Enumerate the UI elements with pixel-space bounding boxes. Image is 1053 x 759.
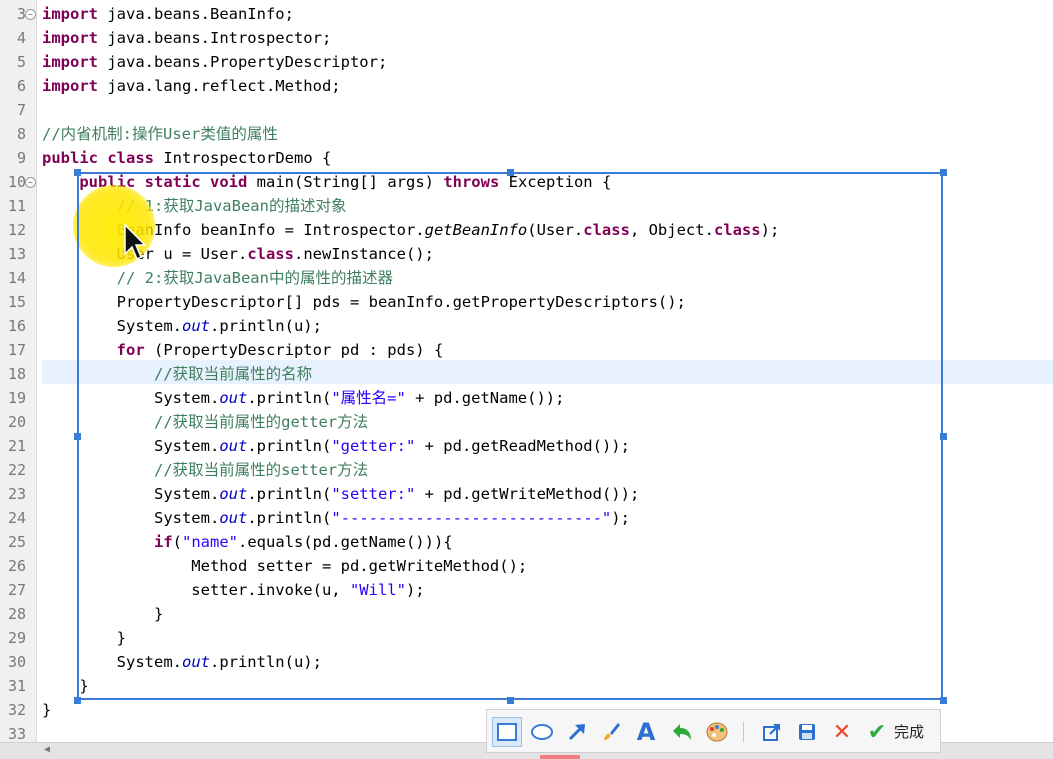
line-number: 24 [7,509,26,527]
line-number: 17 [7,341,26,359]
cancel-button[interactable]: ✕ [827,717,857,747]
code-token: import [42,53,98,71]
line-number: 18 [7,365,26,383]
code-token: class [107,149,155,167]
resize-handle[interactable] [940,697,947,704]
line-number: 31 [7,677,26,695]
code-line: import java.lang.reflect.Method; [42,74,341,98]
scroll-marker [540,755,580,759]
line-number: 13 [7,245,26,263]
line-number: 4 [16,29,26,47]
toolbar-separator [743,722,744,742]
code-token: public [42,149,98,167]
line-number: 7 [16,101,26,119]
save-icon [796,721,818,743]
resize-handle[interactable] [940,169,947,176]
text-tool-icon: A [636,718,656,746]
rectangle-tool-icon [496,721,518,743]
line-number: 20 [7,413,26,431]
line-number: 26 [7,557,26,575]
code-token: import [42,77,98,95]
line-number: 21 [7,437,26,455]
line-number: 23 [7,485,26,503]
line-number: 9 [16,149,26,167]
fold-toggle-icon[interactable]: − [25,9,36,20]
line-number: 30 [7,653,26,671]
code-token: //内省机制:操作User类值的属性 [42,125,278,143]
resize-handle[interactable] [507,697,514,704]
line-number: 22 [7,461,26,479]
line-number: 10 [7,173,26,191]
code-line: } [42,698,51,722]
code-token: import [42,29,98,47]
line-number: 19 [7,389,26,407]
save-button[interactable] [792,717,822,747]
code-token: java.beans.PropertyDescriptor; [98,53,388,71]
line-number: 3 [16,5,26,23]
screen-capture-selection[interactable] [74,169,947,704]
code-token: IntrospectorDemo { [154,149,332,167]
undo-button[interactable] [667,717,697,747]
line-number: 28 [7,605,26,623]
code-token: java.beans.Introspector; [98,29,332,47]
line-number-gutter: 3 4 5 6 7 8 9 10 11 12 13 14 15 16 17 18 19 20 21 22 23 24 25 2… [0,0,37,742]
brush-tool-icon [600,721,622,743]
resize-handle[interactable] [74,433,81,440]
text-tool-button[interactable]: A [631,717,661,747]
line-number: 5 [16,53,26,71]
line-number: 16 [7,317,26,335]
line-number: 8 [16,125,26,143]
arrow-tool-icon [566,721,588,743]
share-button[interactable] [757,717,787,747]
arrow-tool-button[interactable] [562,717,592,747]
capture-toolbar: A ✕ ✔ 完成 [486,709,941,753]
code-line: import java.beans.BeanInfo; [42,2,294,26]
code-line: import java.beans.PropertyDescriptor; [42,50,387,74]
confirm-button[interactable]: ✔ [862,717,892,747]
line-number: 29 [7,629,26,647]
line-number: 25 [7,533,26,551]
code-editor[interactable]: 3 4 5 6 7 8 9 10 11 12 13 14 15 16 17 18 19 20 21 22 23 24 25 2… [0,0,1053,742]
line-number: 12 [7,221,26,239]
line-number: 11 [7,197,26,215]
code-line: import java.beans.Introspector; [42,26,331,50]
ellipse-tool-icon [530,722,554,742]
ellipse-tool-button[interactable] [527,717,557,747]
resize-handle[interactable] [74,169,81,176]
rectangle-tool-button[interactable] [492,717,522,747]
fold-toggle-icon[interactable]: − [25,177,36,188]
line-number: 14 [7,269,26,287]
resize-handle[interactable] [940,433,947,440]
color-palette-icon [705,721,729,743]
code-token: } [42,701,52,719]
confirm-icon: ✔ [867,719,887,745]
cancel-icon: ✕ [832,719,852,745]
scroll-left-arrow-icon[interactable]: ◀ [44,744,50,755]
done-label[interactable]: 完成 [894,721,924,742]
undo-icon [670,721,694,743]
line-number: 33 [7,725,26,742]
line-number: 32 [7,701,26,719]
code-line: public class IntrospectorDemo { [42,146,331,170]
brush-tool-button[interactable] [596,717,626,747]
line-number: 6 [16,77,26,95]
line-number: 27 [7,581,26,599]
code-line: //内省机制:操作User类值的属性 [42,122,278,146]
line-number: 15 [7,293,26,311]
color-palette-button[interactable] [702,717,732,747]
share-icon [761,721,783,743]
code-token: java.beans.BeanInfo; [98,5,294,23]
resize-handle[interactable] [507,169,514,176]
code-token: java.lang.reflect.Method; [98,77,341,95]
code-token: import [42,5,98,23]
resize-handle[interactable] [74,697,81,704]
